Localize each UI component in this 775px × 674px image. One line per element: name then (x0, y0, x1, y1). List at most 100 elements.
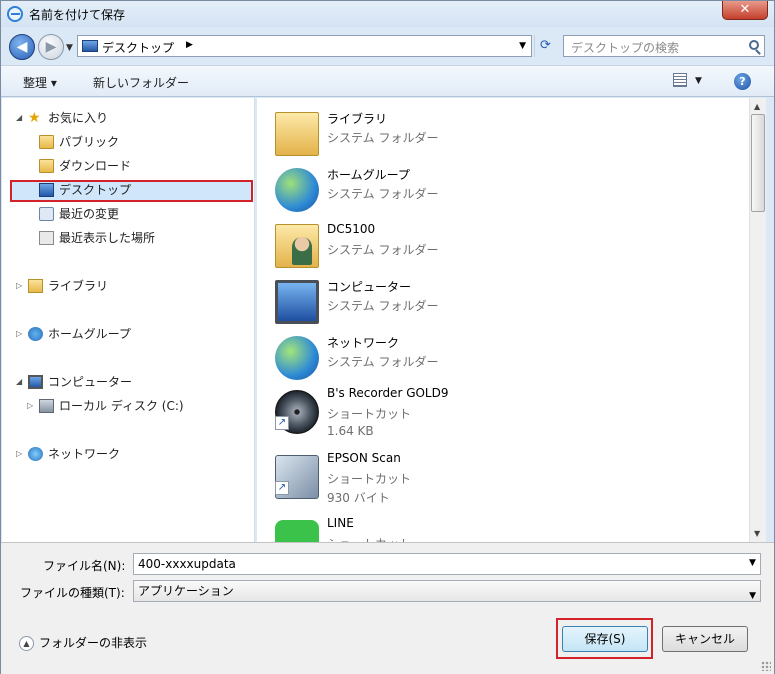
network-icon (28, 447, 43, 461)
list-item[interactable]: コンピューター システム フォルダー (257, 278, 749, 330)
cancel-button[interactable]: キャンセル (662, 626, 748, 652)
file-type: システム フォルダー (327, 187, 439, 201)
view-dropdown-icon[interactable]: ▼ (695, 76, 702, 86)
shortcut-arrow-icon: ↗ (275, 481, 289, 495)
title-bar: 名前を付けて保存 ✕ (1, 1, 774, 27)
file-list: ライブラリ システム フォルダー ホームグループ システム フォルダー DC51… (257, 98, 749, 542)
sidebar-item-label: 最近表示した場所 (59, 231, 156, 245)
hide-folders-label: フォルダーの非表示 (39, 636, 148, 650)
view-options-icon[interactable] (673, 73, 687, 87)
list-item[interactable]: LINE ショートカット (257, 516, 749, 542)
save-button[interactable]: 保存(S) (562, 626, 648, 652)
save-as-dialog: 名前を付けて保存 ✕ ◀ ▶ ▼ デスクトップ ▶ ▼ ⟳ デスクトップの検索 … (0, 0, 775, 674)
computer-icon (28, 375, 43, 389)
scrollbar-thumb[interactable] (751, 114, 765, 212)
collapse-up-icon[interactable]: ▲ (19, 636, 34, 651)
library-icon (275, 112, 319, 156)
address-breadcrumb[interactable]: デスクトップ (102, 39, 174, 56)
homegroup-icon (28, 327, 43, 341)
file-name: コンピューター (327, 280, 412, 294)
sidebar-item-label: お気に入り (48, 111, 109, 125)
file-name: EPSON Scan (327, 451, 401, 465)
back-arrow-icon[interactable]: ◀ (9, 34, 35, 60)
desktop-icon (39, 183, 54, 197)
file-type: システム フォルダー (327, 355, 439, 369)
user-folder-icon (275, 224, 319, 268)
hide-folders-toggle[interactable]: ▲ フォルダーの非表示 (19, 634, 147, 651)
command-toolbar: 整理 ▾ 新しいフォルダー ▼ ? (1, 65, 774, 97)
homegroup-icon (275, 168, 319, 212)
resize-grip-icon[interactable] (761, 661, 771, 671)
close-button[interactable]: ✕ (722, 1, 768, 20)
scroll-up-icon[interactable]: ▲ (754, 102, 760, 111)
list-item[interactable]: DC5100 システム フォルダー (257, 222, 749, 274)
sidebar-item-label: ネットワーク (48, 447, 121, 461)
folder-icon (39, 135, 54, 149)
file-type: システム フォルダー (327, 243, 439, 257)
network-icon (275, 336, 319, 380)
file-name: ホームグループ (327, 168, 410, 182)
file-type: システム フォルダー (327, 131, 439, 145)
organize-menu-button[interactable]: 整理 ▾ (23, 74, 57, 91)
file-size: 930 バイト (327, 491, 390, 505)
search-input[interactable]: デスクトップの検索 (563, 35, 765, 57)
new-folder-button[interactable]: 新しいフォルダー (93, 74, 189, 91)
filetype-select[interactable]: アプリケーション ▼ (133, 580, 761, 602)
shortcut-arrow-icon: ↗ (275, 416, 289, 430)
address-dropdown-icon[interactable]: ▼ (519, 41, 526, 51)
computer-icon (275, 280, 319, 324)
sidebar-item-label: ローカル ディスク (C:) (59, 399, 184, 413)
sidebar-item-label: ホームグループ (48, 327, 131, 341)
collapse-triangle-icon[interactable]: ◢ (16, 372, 22, 392)
sidebar-item-label: コンピューター (48, 375, 133, 389)
address-bar[interactable]: デスクトップ ▶ ▼ (77, 35, 532, 57)
save-form: ファイル名(N): ▼ ファイルの種類(T): アプリケーション ▼ ▲ フォルダ… (1, 542, 774, 674)
forward-arrow-icon[interactable]: ▶ (38, 34, 64, 60)
expand-triangle-icon[interactable]: ▷ (16, 444, 22, 464)
list-item[interactable]: ネットワーク システム フォルダー (257, 334, 749, 386)
sidebar-item-label: ライブラリ (48, 279, 109, 293)
disk-drive-icon (39, 399, 54, 413)
internet-explorer-icon (7, 6, 23, 22)
sidebar-item-label: 最近の変更 (59, 207, 120, 221)
list-item[interactable]: ホームグループ システム フォルダー (257, 166, 749, 218)
vertical-scrollbar[interactable]: ▲ ▼ (749, 98, 766, 542)
help-icon[interactable]: ? (734, 73, 751, 90)
refresh-icon[interactable]: ⟳ (534, 35, 556, 57)
sidebar-item-label: ダウンロード (59, 159, 132, 173)
file-name: LINE (327, 516, 354, 530)
library-icon (28, 279, 43, 293)
file-name: DC5100 (327, 222, 376, 236)
file-type: システム フォルダー (327, 299, 439, 313)
file-type: ショートカット (327, 472, 412, 486)
star-icon: ★ (28, 110, 41, 126)
search-icon[interactable] (749, 40, 759, 50)
desktop-icon (82, 40, 98, 52)
window-title: 名前を付けて保存 (29, 8, 126, 22)
download-folder-icon (39, 159, 54, 173)
sidebar-item-label: デスクトップ (59, 183, 132, 197)
address-row: ◀ ▶ ▼ デスクトップ ▶ ▼ ⟳ デスクトップの検索 (1, 27, 774, 65)
search-placeholder: デスクトップの検索 (571, 41, 680, 55)
recent-changes-icon (39, 207, 54, 221)
expand-triangle-icon[interactable]: ▷ (16, 276, 22, 296)
collapse-triangle-icon[interactable]: ◢ (16, 108, 22, 128)
navigation-pane: ◢ ★ お気に入り パブリック ダウンロード デスクトップ 最近の変更 最近表示… (2, 98, 255, 542)
breadcrumb-chevron-icon[interactable]: ▶ (186, 40, 193, 50)
list-item[interactable]: ↗ B's Recorder GOLD9 ショートカット 1.64 KB (257, 386, 749, 448)
filetype-value: アプリケーション (138, 584, 234, 598)
list-item[interactable]: ↗ EPSON Scan ショートカット 930 バイト (257, 451, 749, 513)
file-type: ショートカット (327, 407, 412, 421)
expand-triangle-icon[interactable]: ▷ (16, 324, 22, 344)
filetype-dropdown-icon[interactable]: ▼ (749, 586, 756, 606)
file-type: ショートカット (327, 535, 411, 542)
filetype-label: ファイルの種類(T): (20, 586, 125, 600)
list-item[interactable]: ライブラリ システム フォルダー (257, 110, 749, 162)
file-size: 1.64 KB (327, 424, 374, 438)
scroll-down-icon[interactable]: ▼ (754, 529, 760, 538)
recent-places-icon (39, 231, 54, 245)
expand-triangle-icon[interactable]: ▷ (27, 396, 33, 416)
history-dropdown-icon[interactable]: ▼ (66, 43, 73, 53)
filename-field[interactable] (133, 553, 761, 575)
file-name: ライブラリ (327, 112, 388, 126)
